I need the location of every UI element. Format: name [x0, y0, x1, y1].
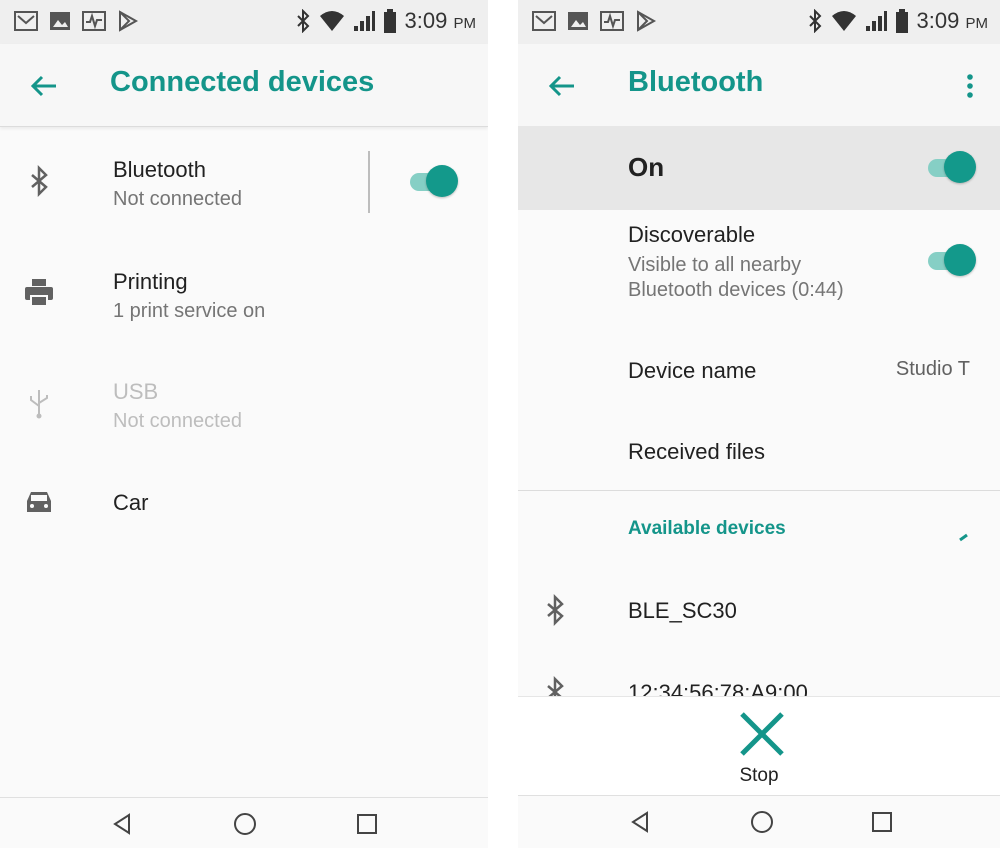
back-arrow-icon[interactable] — [26, 68, 62, 104]
printer-icon — [25, 279, 53, 307]
received-files-label: Received files — [628, 439, 765, 464]
divider — [518, 490, 1000, 491]
discoverable-line1: Visible to all nearby — [628, 254, 802, 276]
device-name-value: Studio T — [895, 358, 970, 380]
scanning-progress-icon — [959, 533, 968, 542]
more-vert-icon[interactable] — [960, 68, 980, 104]
clock: 3:09 PM — [404, 8, 476, 33]
bluetooth-icon — [547, 593, 564, 627]
play-store-icon — [637, 10, 657, 32]
page-title: Bluetooth — [628, 66, 764, 98]
signal-icon — [353, 11, 375, 31]
status-icons: 3:09 PM — [295, 8, 476, 34]
battery-icon — [383, 9, 396, 33]
list-item-printing[interactable]: Printing 1 print service on — [0, 262, 488, 328]
car-title: Car — [113, 490, 149, 515]
bluetooth-icon — [547, 675, 564, 696]
home-circle-icon[interactable] — [228, 807, 262, 841]
app-bar: Connected devices — [0, 44, 488, 127]
notification-icons — [14, 10, 140, 32]
discoverable-toggle[interactable] — [924, 242, 978, 278]
usb-subtitle: Not connected — [113, 410, 242, 432]
page-title: Connected devices — [110, 66, 375, 98]
device-list-item[interactable]: BLE_SC30 — [518, 588, 1000, 632]
status-bar: 3:09 PM — [0, 0, 488, 44]
printing-title: Printing — [113, 269, 188, 294]
back-triangle-icon[interactable] — [106, 807, 140, 841]
close-icon[interactable] — [737, 709, 787, 759]
stop-button-label[interactable]: Stop — [518, 765, 1000, 787]
wifi-icon — [319, 11, 344, 31]
status-bar: 3:09 PM — [518, 0, 1000, 44]
play-store-icon — [119, 10, 139, 32]
discoverable-title: Discoverable — [628, 222, 756, 247]
image-icon — [50, 12, 70, 30]
bluetooth-status-icon — [296, 9, 309, 33]
signal-icon — [865, 11, 887, 31]
list-item-discoverable[interactable]: Discoverable Visible to all nearby Bluet… — [518, 218, 1000, 310]
activity-icon — [600, 11, 624, 31]
gmail-icon — [532, 11, 556, 31]
connected-devices-screen: 3:09 PM Connected devices Bluetooth Not … — [0, 0, 488, 848]
status-icons: 3:09 PM — [807, 8, 988, 34]
printing-subtitle: 1 print service on — [113, 300, 266, 322]
notification-icons — [532, 10, 658, 32]
app-bar: Bluetooth — [518, 44, 1000, 126]
bluetooth-icon — [31, 164, 48, 198]
navigation-bar — [518, 795, 1000, 848]
list-item-car[interactable]: Car — [0, 482, 488, 522]
bluetooth-title: Bluetooth — [113, 157, 206, 182]
usb-icon — [30, 390, 48, 419]
bluetooth-toggle[interactable] — [406, 163, 460, 199]
clock: 3:09 PM — [916, 8, 988, 33]
gmail-icon — [14, 11, 38, 31]
stop-scan-area: Stop — [518, 696, 1000, 797]
home-circle-icon[interactable] — [745, 805, 779, 839]
bluetooth-on-toggle[interactable] — [924, 149, 978, 185]
toggle-thumb — [944, 151, 976, 183]
list-item-usb: USB Not connected — [0, 372, 488, 438]
recents-square-icon[interactable] — [350, 807, 384, 841]
bluetooth-screen: 3:09 PM Bluetooth On Discoverable Visibl… — [518, 0, 1000, 848]
list-item-received-files[interactable]: Received files — [518, 432, 1000, 472]
back-triangle-icon[interactable] — [624, 805, 658, 839]
recents-square-icon[interactable] — [865, 805, 899, 839]
bluetooth-subtitle: Not connected — [113, 188, 242, 210]
list-item-device-name[interactable]: Device name Studio T — [518, 350, 1000, 390]
available-devices-header: Available devices — [628, 518, 786, 539]
device-name: BLE_SC30 — [628, 598, 737, 623]
image-icon — [568, 12, 588, 30]
device-list-item[interactable]: 12:34:56:78:A9:00 — [518, 672, 1000, 696]
device-name: 12:34:56:78:A9:00 — [628, 680, 808, 696]
battery-icon — [895, 9, 908, 33]
car-icon — [27, 492, 51, 512]
toggle-thumb — [944, 244, 976, 276]
on-label: On — [628, 152, 665, 182]
discoverable-line2: Bluetooth devices (0:44) — [628, 279, 844, 301]
usb-title: USB — [113, 379, 159, 404]
divider — [368, 151, 370, 213]
bluetooth-master-switch-row[interactable]: On — [518, 126, 1000, 210]
wifi-icon — [831, 11, 856, 31]
back-arrow-icon[interactable] — [544, 68, 580, 104]
activity-icon — [82, 11, 106, 31]
device-name-label: Device name — [628, 358, 757, 383]
bluetooth-status-icon — [808, 9, 821, 33]
toggle-thumb — [426, 165, 458, 197]
navigation-bar — [0, 797, 488, 848]
